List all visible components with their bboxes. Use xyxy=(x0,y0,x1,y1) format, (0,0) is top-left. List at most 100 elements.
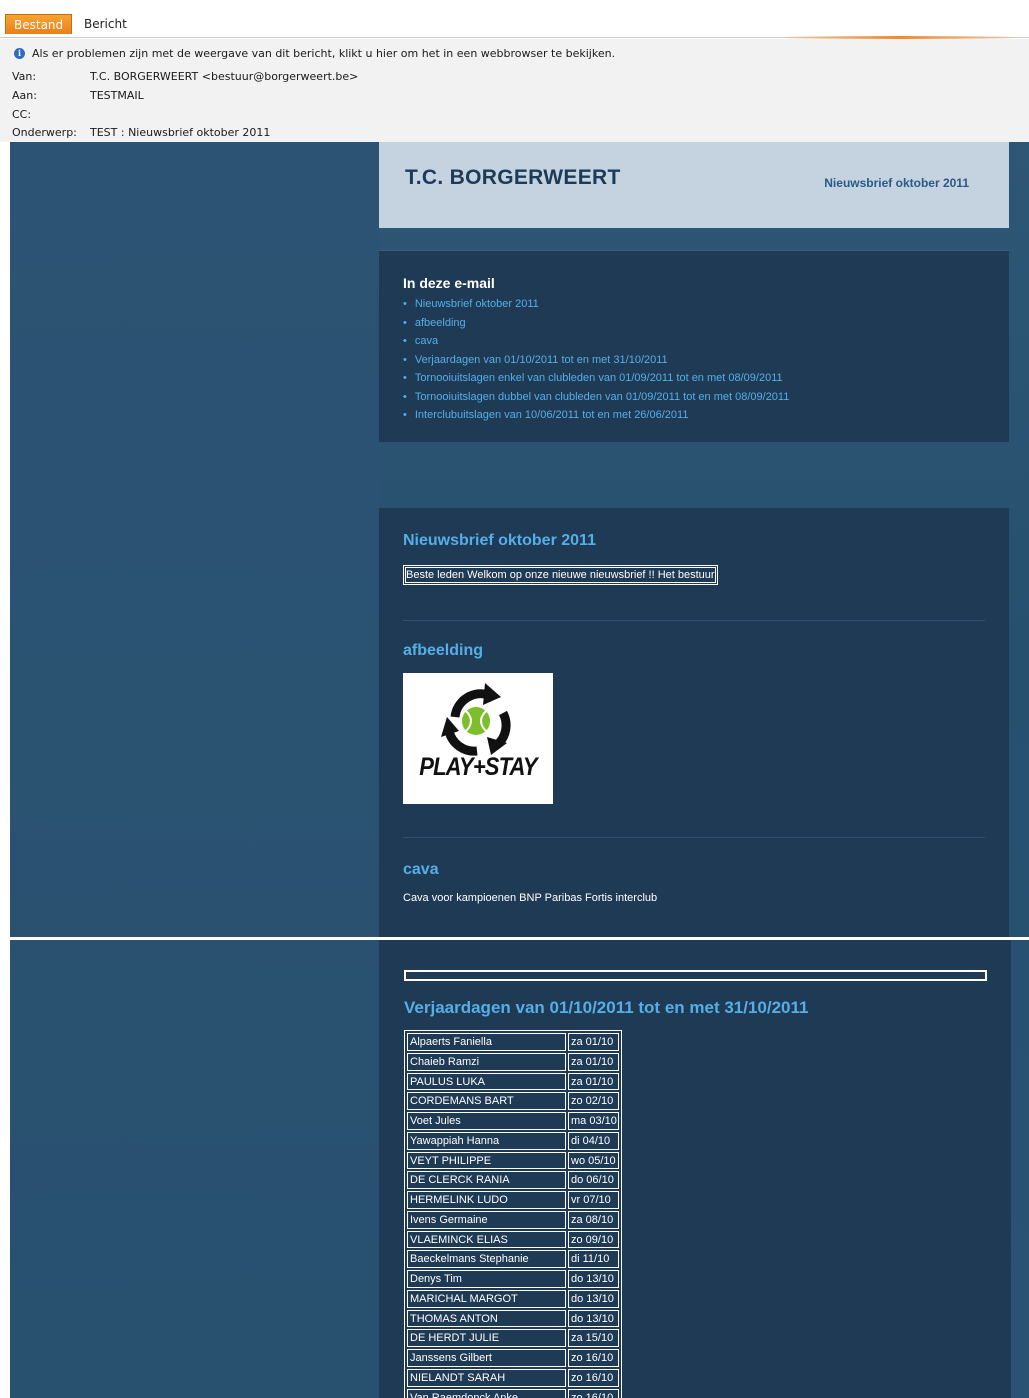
tab-bestand[interactable]: Bestand xyxy=(5,14,73,34)
cava-text: Cava voor kampioenen BNP Paribas Fortis … xyxy=(403,892,658,904)
play-stay-logo: PLAY+STAY xyxy=(403,673,553,804)
newsletter-header: T.C. BORGERWEERT Nieuwsbrief oktober 201… xyxy=(379,142,1009,228)
toc-link[interactable]: cava xyxy=(403,332,789,351)
birthday-name: DE HERDT JULIE xyxy=(407,1329,566,1347)
birthday-name: VLAEMINCK ELIAS xyxy=(407,1230,566,1249)
toc-link[interactable]: Verjaardagen van 01/10/2011 tot en met 3… xyxy=(403,351,789,370)
birthday-name: Baeckelmans Stephanie xyxy=(407,1250,566,1268)
subject-value: TEST : Nieuwsbrief oktober 2011 xyxy=(90,126,271,139)
recycle-tennis-icon xyxy=(441,683,511,756)
birthday-date: do 13/10 xyxy=(568,1289,619,1308)
table-row: Van Raemdonck Anke zo 16/10 xyxy=(406,1388,620,1398)
birthdays-table: Alpaerts Faniella za 01/10 Chaieb Ramzi za … xyxy=(404,1030,622,1398)
table-row: Yawappiah Hanna di 04/10 xyxy=(406,1131,620,1151)
table-row: Denys Tim do 13/10 xyxy=(406,1269,620,1289)
birthday-date: vr 07/10 xyxy=(568,1191,619,1209)
birthdays-title: Verjaardagen van 01/10/2011 tot en met 3… xyxy=(404,998,809,1017)
divider xyxy=(403,837,985,838)
table-row: Alpaerts Faniella za 01/10 xyxy=(406,1032,620,1052)
birthday-date: za 01/10 xyxy=(568,1052,619,1071)
cc-label: CC: xyxy=(12,108,32,121)
to-value[interactable]: TESTMAIL xyxy=(90,89,144,102)
table-row: VEYT PHILIPPE wo 05/10 xyxy=(406,1151,620,1171)
birthday-name: MARICHAL MARGOT xyxy=(407,1289,566,1308)
infobar[interactable]: i Als er problemen zijn met de weergave … xyxy=(14,47,615,60)
table-row: THOMAS ANTON do 13/10 xyxy=(406,1309,620,1329)
birthday-date: ma 03/10 xyxy=(568,1112,619,1130)
birthday-date: do 13/10 xyxy=(568,1309,619,1328)
birthday-name: NIELANDT SARAH xyxy=(407,1368,566,1387)
birthday-name: HERMELINK LUDO xyxy=(407,1191,566,1209)
table-row: HERMELINK LUDO vr 07/10 xyxy=(406,1190,620,1210)
birthday-date: di 04/10 xyxy=(568,1131,619,1150)
email-body: T.C. BORGERWEERT Nieuwsbrief oktober 201… xyxy=(10,142,1029,1398)
birthday-name: Chaieb Ramzi xyxy=(407,1052,566,1071)
birthday-date: do 13/10 xyxy=(568,1270,619,1288)
toc-link[interactable]: Tornooiuitslagen dubbel van clubleden va… xyxy=(403,388,790,407)
from-label: Van: xyxy=(12,70,37,83)
birthday-date: zo 16/10 xyxy=(568,1349,619,1367)
birthday-name: Janssens Gilbert xyxy=(407,1349,566,1367)
table-row: Chaieb Ramzi za 01/10 xyxy=(406,1052,620,1072)
toc-list: Nieuwsbrief oktober 2011 afbeelding cava… xyxy=(403,295,790,425)
birthday-date: za 01/10 xyxy=(568,1033,619,1051)
club-title: T.C. BORGERWEERT xyxy=(405,166,621,189)
table-row: Voet Jules ma 03/10 xyxy=(406,1111,620,1131)
birthday-name: THOMAS ANTON xyxy=(407,1309,566,1328)
birthday-date: do 06/10 xyxy=(568,1171,619,1189)
birthday-name: Alpaerts Faniella xyxy=(407,1033,566,1051)
section-title-news: Nieuwsbrief oktober 2011 xyxy=(403,532,596,549)
logo-text: PLAY+STAY xyxy=(419,753,537,781)
birthday-name: Yawappiah Hanna xyxy=(407,1131,566,1150)
toc-link[interactable]: Interclubuitslagen van 10/06/2011 tot en… xyxy=(403,406,789,425)
ribbon: Bestand Bericht xyxy=(0,0,1029,39)
birthday-date: za 15/10 xyxy=(568,1329,619,1347)
birthday-date: za 08/10 xyxy=(568,1210,619,1229)
toc-link[interactable]: Nieuwsbrief oktober 2011 xyxy=(403,295,789,314)
empty-frame xyxy=(404,970,987,981)
toc-link[interactable]: Tornooiuitslagen enkel van clubleden van… xyxy=(403,369,789,388)
message-header: i Als er problemen zijn met de weergave … xyxy=(0,39,1029,142)
table-row: VLAEMINCK ELIAS zo 09/10 xyxy=(406,1230,620,1250)
table-row: MARICHAL MARGOT do 13/10 xyxy=(406,1289,620,1309)
section-title-cava: cava xyxy=(403,861,439,878)
birthday-name: Van Raemdonck Anke xyxy=(407,1388,566,1398)
divider xyxy=(403,620,985,621)
table-of-contents: In deze e-mail Nieuwsbrief oktober 2011 … xyxy=(379,250,1009,442)
birthday-date: di 11/10 xyxy=(568,1250,619,1268)
section-title-image: afbeelding xyxy=(403,642,484,659)
birthday-name: Ivens Germaine xyxy=(407,1210,566,1229)
toc-heading: In deze e-mail xyxy=(403,275,495,291)
issue-title: Nieuwsbrief oktober 2011 xyxy=(824,176,969,190)
birthday-name: CORDEMANS BART xyxy=(407,1092,566,1110)
content-section: Nieuwsbrief oktober 2011 Beste leden Wel… xyxy=(379,508,1009,938)
birthday-date: za 01/10 xyxy=(568,1072,619,1091)
from-value[interactable]: T.C. BORGERWEERT <bestuur@borgerweert.be… xyxy=(90,70,358,83)
birthday-name: Denys Tim xyxy=(407,1270,566,1288)
tab-bericht[interactable]: Bericht xyxy=(76,14,135,34)
table-row: NIELANDT SARAH zo 16/10 xyxy=(406,1368,620,1388)
to-label: Aan: xyxy=(12,89,37,102)
birthday-name: PAULUS LUKA xyxy=(407,1072,566,1091)
birthday-name: VEYT PHILIPPE xyxy=(407,1151,566,1170)
birthday-name: DE CLERCK RANIA xyxy=(407,1171,566,1189)
birthday-date: zo 02/10 xyxy=(568,1092,619,1110)
table-row: DE CLERCK RANIA do 06/10 xyxy=(406,1170,620,1190)
table-row: Ivens Germaine za 08/10 xyxy=(406,1210,620,1230)
welcome-text: Beste leden Welkom op onze nieuwe nieuws… xyxy=(402,564,719,586)
table-row: DE HERDT JULIE za 15/10 xyxy=(406,1328,620,1348)
birthdays-section: Verjaardagen van 01/10/2011 tot en met 3… xyxy=(379,940,1011,1398)
birthday-name: Voet Jules xyxy=(407,1112,566,1130)
birthday-date: wo 05/10 xyxy=(568,1151,619,1170)
table-row: PAULUS LUKA za 01/10 xyxy=(406,1072,620,1092)
subject-label: Onderwerp: xyxy=(12,126,77,139)
table-row: Janssens Gilbert zo 16/10 xyxy=(406,1348,620,1368)
infobar-text[interactable]: Als er problemen zijn met de weergave va… xyxy=(32,47,615,60)
birthday-date: zo 16/10 xyxy=(568,1388,619,1398)
body-left-panel xyxy=(10,142,379,1398)
info-icon: i xyxy=(14,48,25,59)
birthday-date: zo 16/10 xyxy=(568,1368,619,1387)
toc-link[interactable]: afbeelding xyxy=(403,314,789,333)
table-row: Baeckelmans Stephanie di 11/10 xyxy=(406,1249,620,1269)
table-row: CORDEMANS BART zo 02/10 xyxy=(406,1091,620,1111)
